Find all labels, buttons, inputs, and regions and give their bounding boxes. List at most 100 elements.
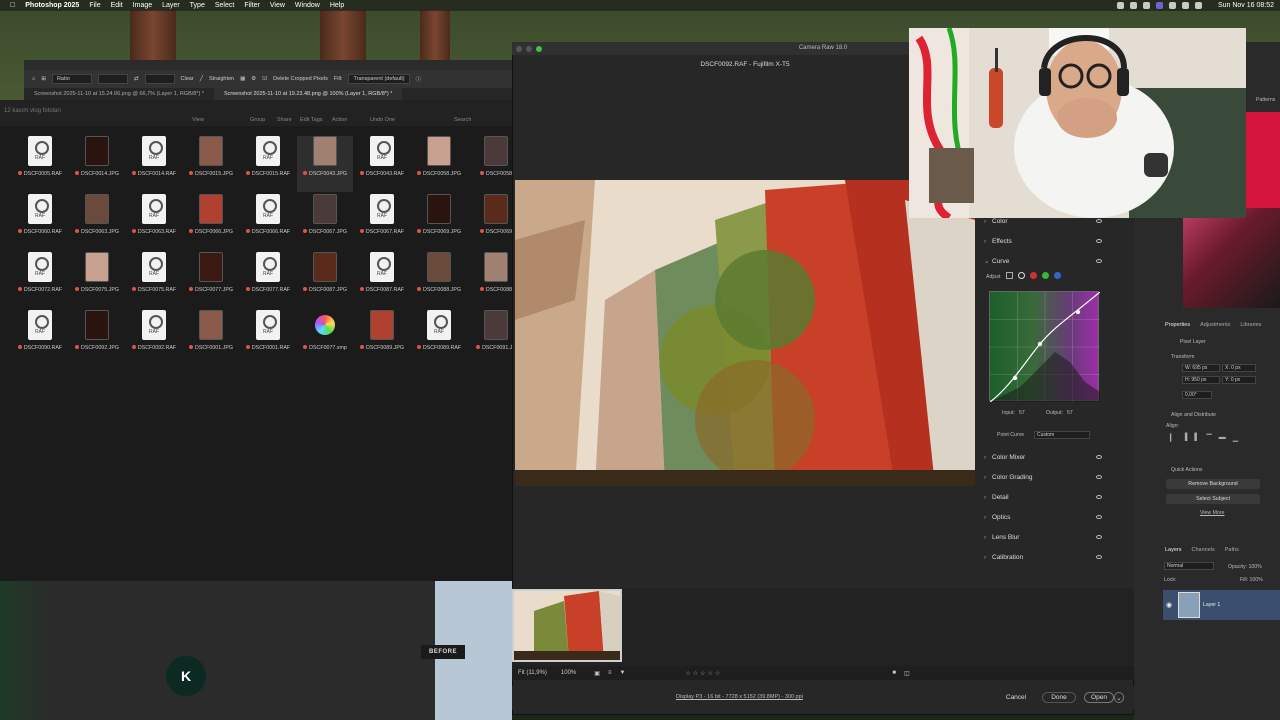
thumbnail-item[interactable]: RAF DSCF0015.RAF [240,136,296,192]
eye-icon[interactable] [1096,555,1102,559]
before-after-icon[interactable]: ▣ [594,670,600,677]
select-subject-button[interactable]: Select Subject [1166,494,1260,504]
eye-icon[interactable] [1096,515,1102,519]
align-top-icon[interactable]: ▔ [1206,434,1211,442]
section-color-mixer[interactable]: › Color Mixer [984,450,1104,464]
close-icon[interactable] [516,46,522,52]
section-calibration[interactable]: › Calibration [984,550,1104,564]
view-more-link[interactable]: View More [1200,510,1224,516]
split-view-icon[interactable]: ◫ [904,670,910,677]
straighten-icon[interactable]: ╱ [200,76,203,82]
section-effects[interactable]: › Effects [984,234,1104,248]
filmstrip-thumbnail[interactable] [512,589,622,662]
align-right-icon[interactable]: ▌ [1194,434,1199,442]
menu-filter[interactable]: Filter [244,2,260,9]
thumbnail-item[interactable]: DSCF0092.JPG [69,310,125,366]
angle-field[interactable]: 0,00° [1182,391,1212,399]
curve-green-channel[interactable] [1042,272,1049,279]
tab-paths[interactable]: Paths [1225,547,1239,553]
layer-name[interactable]: Layer 1 [1203,602,1220,608]
eye-icon[interactable] [1096,239,1102,243]
opacity-field[interactable]: Opacity: 100% [1228,564,1262,570]
tab-properties[interactable]: Properties [1165,322,1190,328]
toolbar-group[interactable]: Group [250,117,265,123]
menu-type[interactable]: Type [190,2,205,9]
align-center-icon[interactable]: ▐ [1182,434,1187,442]
apple-icon[interactable]:  [10,2,15,9]
menu-window[interactable]: Window [295,2,320,9]
status-icon[interactable] [1155,2,1163,9]
status-icon[interactable] [1116,2,1124,9]
input-value[interactable]: 57 [1019,410,1025,416]
thumbnail-item[interactable]: DSCF0066.JPG [183,194,239,250]
menu-select[interactable]: Select [215,2,234,9]
star-rating[interactable]: ☆☆☆☆☆ [685,670,722,677]
tab-channels[interactable]: Channels [1192,547,1215,553]
thumbnail-item[interactable]: DSCF0001.JPG [183,310,239,366]
blend-mode-select[interactable]: Normal [1164,562,1214,570]
curve-white-channel[interactable] [1018,272,1025,279]
section-color-grading[interactable]: › Color Grading [984,470,1104,484]
grid-icon[interactable]: ▦ [240,76,245,82]
thumbnail-item[interactable]: RAF DSCF0067.RAF [354,194,410,250]
fill-select[interactable]: Transparent (default) [348,74,410,84]
section-optics[interactable]: › Optics [984,510,1104,524]
thumbnail-item[interactable]: DSCF0014.JPG [69,136,125,192]
eye-icon[interactable] [1096,259,1102,263]
photo-preview[interactable] [515,180,975,486]
menu-layer[interactable]: Layer [162,2,180,9]
open-options-chevron-icon[interactable]: ⌄ [1114,692,1124,703]
delete-cropped-checkbox[interactable]: ☑ [262,76,267,82]
thumbnail-item[interactable]: DSCF0063.JPG [69,194,125,250]
tone-curve[interactable] [989,291,1101,403]
thumbnail-item[interactable]: DSCF0067.JPG [297,194,353,250]
fit-select[interactable]: Fit (11,9%) [518,670,547,676]
tab-layers[interactable]: Layers [1165,547,1182,553]
zoom-icon[interactable] [536,46,542,52]
thumbnail-item[interactable]: DSCF0087.JPG [297,252,353,308]
eye-icon[interactable] [1096,219,1102,223]
eye-icon[interactable] [1096,475,1102,479]
toolbar-edit-tags[interactable]: Edit Tags [300,117,323,123]
align-left-icon[interactable]: ▎ [1170,434,1175,442]
ratio-select[interactable]: Ratio [51,74,92,84]
eye-icon[interactable] [1096,535,1102,539]
clear-button[interactable]: Clear [181,76,194,82]
thumbnail-item[interactable]: DSCF0069.JPG [411,194,467,250]
thumbnail-item[interactable]: RAF DSCF0063.RAF [126,194,182,250]
align-middle-icon[interactable]: ▬ [1219,434,1226,442]
height-field[interactable]: H: 950 px [1182,376,1220,384]
zoom-select[interactable]: 100% [561,670,576,676]
section-lens-blur[interactable]: › Lens Blur [984,530,1104,544]
menu-image[interactable]: Image [133,2,152,9]
eye-icon[interactable] [1096,495,1102,499]
thumbnail-item[interactable]: RAF DSCF0043.RAF [354,136,410,192]
x-field[interactable]: X: 0 px [1222,364,1256,372]
menu-help[interactable]: Help [330,2,344,9]
status-icon[interactable] [1129,2,1137,9]
workflow-options-link[interactable]: Display P3 - 16 bit - 7728 x 5152 (39.8M… [676,694,803,700]
done-button[interactable]: Done [1042,692,1076,703]
info-icon[interactable]: ⓘ [416,75,422,83]
thumbnail-item[interactable]: DSCF0089.JPG [354,310,410,366]
ratio-height[interactable] [144,74,175,84]
width-field[interactable]: W: 695 px [1182,364,1220,372]
ratio-width[interactable] [97,74,128,84]
thumbnail-item[interactable]: DSCF0075.JPG [69,252,125,308]
tab-adjustments[interactable]: Adjustments [1200,322,1230,328]
align-bottom-icon[interactable]: ▁ [1233,434,1238,442]
layer-visibility-eye-icon[interactable]: ◉ [1166,601,1172,609]
toolbar-view[interactable]: View [192,117,204,123]
thumbnail-item[interactable]: RAF DSCF0001.RAF [240,310,296,366]
menu-view[interactable]: View [270,2,285,9]
thumbnail-item[interactable]: RAF DSCF0090.RAF [12,310,68,366]
tab-libraries[interactable]: Libraries [1240,322,1261,328]
clock[interactable]: Sun Nov 16 08:52 [1218,2,1274,9]
tab-doc-1[interactable]: Screenshot 2025-11-10 at 15.24.06.png @ … [24,91,214,97]
curve-red-channel[interactable] [1030,272,1037,279]
thumbnail-item[interactable]: RAF DSCF0075.RAF [126,252,182,308]
thumbnail-item[interactable]: DSCF0077.JPG [183,252,239,308]
tab-doc-2[interactable]: Screenshot 2025-11-10 at 19.23.48.png @ … [213,88,403,100]
thumbnail-item[interactable]: RAF DSCF0060.RAF [12,194,68,250]
thumbnail-item[interactable]: RAF DSCF0005.RAF [12,136,68,192]
